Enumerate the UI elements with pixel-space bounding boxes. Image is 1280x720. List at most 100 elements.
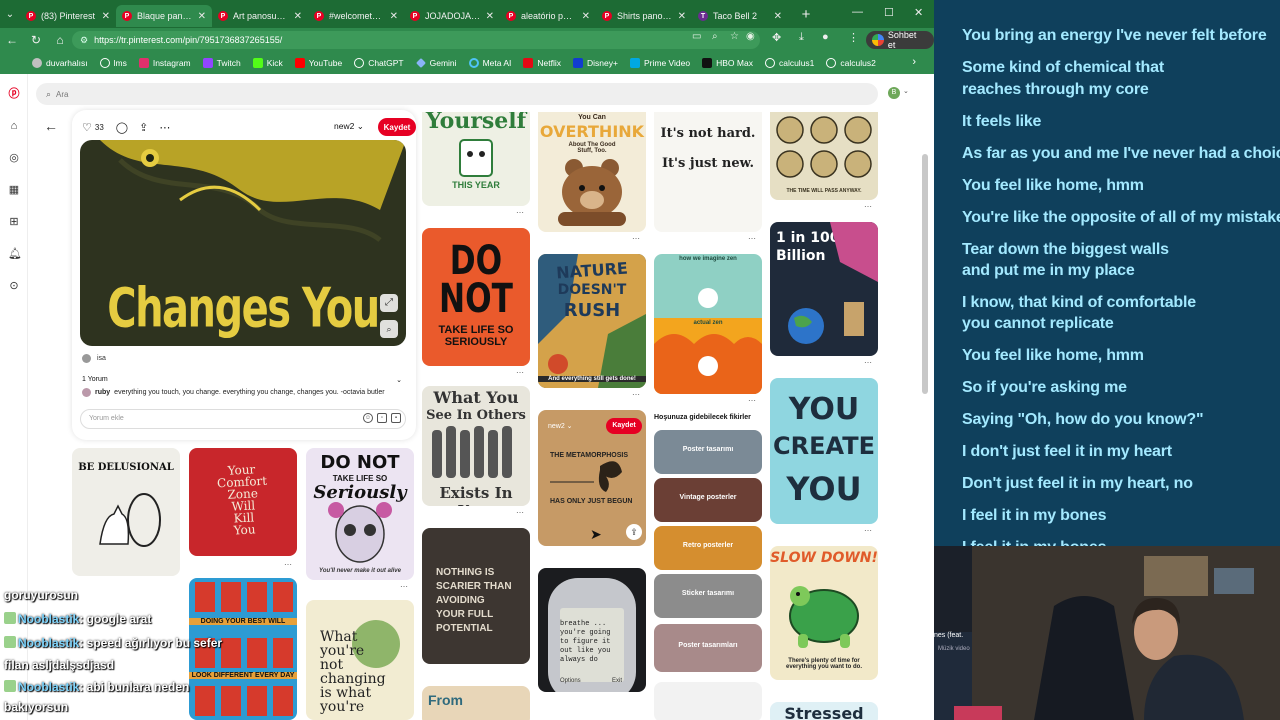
emoji-icon[interactable]: ☺ — [363, 413, 373, 423]
tab-5[interactable]: Paleatório panosu ✕ — [500, 5, 596, 27]
bookmark-calculus2[interactable]: calculus2 — [826, 58, 876, 68]
close-icon[interactable]: ✕ — [678, 11, 686, 22]
pin-be-delusional[interactable]: BE DELUSIONAL — [72, 448, 180, 576]
bookmark-prime-video[interactable]: Prime Video — [629, 58, 690, 68]
extension-icon[interactable]: ◉ — [746, 31, 755, 42]
close-icon[interactable]: ✕ — [102, 11, 110, 22]
visual-search-icon[interactable]: ⌕ — [380, 320, 398, 338]
tab-search-icon[interactable]: ⌄ — [0, 9, 20, 20]
comment-icon[interactable]: ◯ — [116, 121, 128, 134]
pin-time-will-pass[interactable]: THE TIME WILL PASS ANYWAY. — [770, 112, 878, 200]
bookmark-gemini[interactable]: Gemini — [415, 58, 457, 68]
sticker-icon[interactable]: ▫ — [377, 413, 387, 423]
bookmark-calculus1[interactable]: calculus1 — [764, 58, 814, 68]
pin-nothing-scarier[interactable]: NOTHING IS SCARIER THAN AVOIDING YOUR FU… — [422, 528, 530, 664]
download-icon[interactable]: ⤓ — [799, 31, 804, 44]
more-icon[interactable]: ⋯ — [748, 234, 756, 243]
board-select[interactable]: new2 ⌄ — [334, 121, 364, 132]
bookmark-disney[interactable]: Disney+ — [573, 58, 618, 68]
bookmark-star-icon[interactable]: ☆ — [730, 31, 739, 42]
boards-icon[interactable]: ▦ — [8, 184, 20, 196]
idea-retro-posters[interactable]: Retro posterler — [654, 526, 762, 570]
zoom-icon[interactable]: ⌕ — [712, 31, 718, 42]
bookmark-chatgpt[interactable]: ChatGPT — [354, 58, 404, 68]
search-input[interactable]: ⌕ Ara — [36, 83, 878, 105]
close-icon[interactable]: ✕ — [774, 11, 782, 22]
more-icon[interactable]: ⋯ — [864, 202, 872, 211]
pin-you-create-you[interactable]: YOU CREATE YOU — [770, 378, 878, 524]
more-icon[interactable]: ⋯ — [864, 358, 872, 367]
tab-1[interactable]: P Blaque panosunda ✕ — [116, 5, 212, 27]
idea-poster-design[interactable]: Poster tasarımı — [654, 430, 762, 474]
pin-author[interactable]: isa — [82, 354, 106, 363]
chevron-down-icon[interactable]: ⌄ — [903, 87, 909, 95]
home-icon[interactable]: ⌂ — [48, 33, 72, 47]
back-icon[interactable]: ← — [0, 33, 24, 47]
pin-stressed[interactable]: Stressed — [770, 702, 878, 720]
pin-nature[interactable]: NATURE DOESN'T RUSH And everything still… — [538, 254, 646, 388]
more-icon[interactable]: ⋯ — [516, 368, 524, 377]
more-icon[interactable]: ⋯ — [516, 208, 524, 217]
chevron-right-icon[interactable]: › — [912, 56, 916, 68]
save-button[interactable]: Kaydet — [378, 118, 416, 136]
more-icon[interactable]: ⋯ — [159, 121, 170, 134]
pin-do-not[interactable]: DO NOT TAKE LIFE SO SERIOUSLY — [422, 228, 530, 366]
comment-input[interactable]: Yorum ekle ☺ ▫ ▪ — [80, 409, 406, 429]
pin-yourself[interactable]: Yourself THIS YEAR — [422, 112, 530, 206]
maximize-icon[interactable]: ☐ — [884, 6, 894, 19]
close-icon[interactable]: ✕ — [582, 11, 590, 22]
pin-phone[interactable]: breathe ... you're going to figure it ou… — [538, 568, 646, 692]
more-icon[interactable]: ⋯ — [516, 508, 524, 517]
bookmark-meta-ai[interactable]: Meta AI — [468, 58, 511, 68]
back-arrow-icon[interactable]: ← — [44, 118, 58, 134]
bookmark-hbo-max[interactable]: HBO Max — [702, 58, 753, 68]
idea-vintage-posters[interactable]: Vintage posterler — [654, 478, 762, 522]
pin-not-hard[interactable]: It's not hard. It's just new. — [654, 112, 762, 232]
close-icon[interactable]: ✕ — [198, 11, 206, 22]
pinterest-logo-icon[interactable]: ⓟ — [8, 88, 20, 100]
tab-3[interactable]: P #welcometomia ✕ — [308, 5, 404, 27]
tab-0[interactable]: P (83) Pinterest ✕ — [20, 5, 116, 27]
profile-icon[interactable]: ● — [822, 31, 829, 43]
pin-image[interactable]: Changes You ⤢ ⌕ — [80, 140, 406, 346]
chevron-down-icon[interactable]: ⌄ — [396, 376, 402, 384]
more-icon[interactable]: ⋯ — [632, 234, 640, 243]
pin-from[interactable]: From — [422, 686, 530, 720]
pin-slow-down[interactable]: SLOW DOWN! There's plenty of time for ev… — [770, 546, 878, 680]
new-tab-button[interactable]: + — [794, 6, 818, 23]
pin-do-not-seriously[interactable]: DO NOT TAKE LIFE SO Seriously You'll nev… — [306, 448, 414, 580]
more-icon[interactable]: ⋯ — [864, 526, 872, 535]
pin-placeholder[interactable] — [654, 682, 762, 720]
minimize-icon[interactable]: — — [852, 6, 863, 18]
idea-sticker-design[interactable]: Sticker tasarımı — [654, 574, 762, 618]
more-icon[interactable]: ⋯ — [632, 390, 640, 399]
scrollbar[interactable] — [922, 154, 928, 394]
pin-1-in-100-billion[interactable]: 1 in 100 Billion — [770, 222, 878, 356]
comment-user[interactable]: ruby — [95, 389, 110, 396]
notifications-icon[interactable]: 🔔︎ — [8, 248, 22, 260]
expand-icon[interactable]: ⤢ — [380, 294, 398, 312]
pin-what-you-see[interactable]: What You See In Others Exists In You. — [422, 386, 530, 506]
share-icon[interactable]: ⇪ — [626, 524, 642, 540]
tab-2[interactable]: P Art panosundaki ✕ — [212, 5, 308, 27]
site-info-icon[interactable]: ⚙ — [80, 35, 88, 46]
menu-icon[interactable]: ⋮ — [848, 31, 859, 44]
pin-zen[interactable]: how we imagine zen actual zen — [654, 254, 762, 394]
close-icon[interactable]: ✕ — [390, 11, 398, 22]
bookmark-duvarhalisi[interactable]: duvarhalısı — [32, 58, 88, 68]
image-icon[interactable]: ▪ — [391, 413, 401, 423]
pin-not-changing[interactable]: What you're not changing is what you're — [306, 600, 414, 720]
install-icon[interactable]: ▭ — [692, 31, 701, 42]
messages-icon[interactable]: ⊙ — [8, 280, 20, 292]
tab-4[interactable]: P JOJADOJA. #joja ✕ — [404, 5, 500, 27]
close-window-icon[interactable]: ✕ — [914, 6, 923, 19]
bookmark-youtube[interactable]: YouTube — [294, 58, 342, 68]
tab-7[interactable]: T Taco Bell 2 ✕ — [692, 5, 788, 27]
bookmark-instagram[interactable]: Instagram — [138, 58, 191, 68]
pin-overthink[interactable]: You Can OVERTHINK About The Good Stuff, … — [538, 112, 646, 232]
home-icon[interactable]: ⌂ — [8, 120, 20, 132]
share-icon[interactable]: ⇪ — [139, 121, 148, 134]
bookmark-netflix[interactable]: Netflix — [523, 58, 561, 68]
explore-icon[interactable]: ◎ — [8, 152, 20, 164]
more-icon[interactable]: ⋯ — [748, 396, 756, 405]
